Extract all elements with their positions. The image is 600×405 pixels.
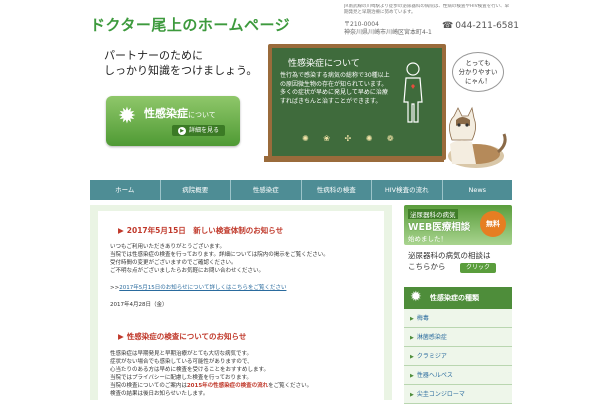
chalkboard-text: 性行為で感染する病気の総称で30種以上の原因微生物の存在が知られています。多くの… [280,72,390,105]
phone-icon: ☎ [442,21,454,31]
burst-icon: ✹ [117,104,137,129]
cat-illustration [448,106,507,168]
phone: ☎ 044-211-6581 [442,21,519,31]
std-types-list: ▶ 梅毒 ▶ 淋菌感染症 ▶ クラミジア ▶ 性器ヘルペス ▶ 尖圭コンジローマ [404,309,512,404]
post-2-line: 検査の結果は後日お知らせいたします。 [110,391,209,397]
post-1-line: 受付時間の変更がございますのでご確認ください。 [110,260,237,266]
details-button[interactable]: ▶ 詳細を見る [172,125,226,136]
post-1-line: いつもご利用いただきありがとうございます。 [110,244,225,250]
catch-line-2: しっかり知識をつけましょう。 [104,64,258,77]
header-note: JR南武線の川崎駅より徒歩の泌尿器科の病院は、性病の検査やHIV検査を行い、早期… [344,4,510,15]
web-consult-banner[interactable]: 泌尿器科の病気 WEB医療相談 始めました！ 無料 [404,205,512,245]
posts-panel: ▶ 2017年5月15日 新しい検査体制のお知らせ いつもご利用いただきありがとう… [98,211,384,400]
free-badge: 無料 [480,211,506,237]
sidebar-section-header: ✹ 性感染症の種類 [404,287,512,309]
promo-title: 性感染症について [144,107,216,120]
std-promo-button[interactable]: ✹ 性感染症について ▶ 詳細を見る [106,96,240,146]
post-1-link-row: >>2017年5月15日のお知らせについて詳しくはこちらをご覧ください [110,285,287,291]
banner-heading: WEB医療相談 [408,222,471,233]
phone-number: 044-211-6581 [455,21,519,31]
play-icon: ▶ [178,126,186,135]
germs-decoration: ✺ ❀ ✣ ✺ ❁ [302,134,400,143]
main-content: ▶ 2017年5月15日 新しい検査体制のお知らせ いつもご利用いただきありがとう… [90,205,392,400]
post-2-line: 当院ではプライバシーに配慮した検査を行っております。 [110,375,252,381]
nav-hiv-flow[interactable]: HIV検査の流れ [372,180,443,200]
sidebar-section-title: 性感染症の種類 [430,294,479,302]
sidebar-item-gonorrhea[interactable]: ▶ 淋菌感染症 [404,328,512,347]
hero-banner: パートナーのために しっかり知識をつけましょう。 ✹ 性感染症について ▶ 詳細を… [90,40,512,178]
sidebar-item-condyloma[interactable]: ▶ 尖圭コンジローマ [404,385,512,404]
nav-std-tests[interactable]: 性病科の検査 [302,180,372,200]
post-title-1[interactable]: ▶ 2017年5月15日 新しい検査体制のお知らせ [118,225,283,236]
arrow-icon: ▶ [410,373,414,379]
hero-catchphrase: パートナーのために しっかり知識をつけましょう。 [104,48,257,78]
post-1-link[interactable]: 2017年5月15日のお知らせについて詳しくはこちらをご覧ください [119,285,286,291]
consult-link-banner[interactable]: 泌尿器科の病気の相談は こちらから クリック [404,247,512,277]
chalkboard-ledge [264,156,444,162]
arrow-icon: ▶ [410,392,414,398]
page-wrapper: ドクター尾上のホームページ JR南武線の川崎駅より徒歩の泌尿器科の病院は、性病の… [88,0,519,404]
sidebar-item-chlamydia[interactable]: ▶ クラミジア [404,347,512,366]
triangle-icon: ▶ [118,226,124,235]
chalkboard-title: 性感染症について [288,59,360,69]
banner-subtext: 始めました！ [408,235,447,243]
sidebar: 泌尿器科の病気 WEB医療相談 始めました！ 無料 泌尿器科の病気の相談は こち… [404,205,512,404]
nav-std[interactable]: 性感染症 [231,180,302,200]
banner-label: 泌尿器科の病気 [408,209,458,219]
arrow-icon: ▶ [410,335,414,341]
post-2-line: 症状がない場合でも感染している可能性がありますので、 [110,359,253,365]
sidebar-item-syphilis[interactable]: ▶ 梅毒 [404,309,512,328]
human-figure-icon [403,62,423,123]
nav-home[interactable]: ホーム [90,180,161,200]
burst-icon: ✹ [410,289,422,305]
post-title-2[interactable]: ▶ 性感染症の検査についてのお知らせ [118,331,246,342]
triangle-icon: ▶ [118,332,124,341]
nav-clinic-overview[interactable]: 病院概要 [161,180,231,200]
nav-news[interactable]: News [443,180,513,200]
site-title[interactable]: ドクター尾上のホームページ [90,14,290,35]
sidebar-item-herpes[interactable]: ▶ 性器ヘルペス [404,366,512,385]
post-2-line: 性感染症は早期発見と早期治療がとても大切な病気です。 [110,351,253,357]
post-2-line: 心当たりのある方は早めに検査を受けることをおすすめします。 [110,367,269,373]
post-1-date: 2017年4月28日（金） [110,302,168,308]
click-button[interactable]: クリック [460,263,497,273]
post-1-line: ご不明な点がございましたらお気軽にお問い合わせください。 [110,268,265,274]
arrow-icon: ▶ [410,316,414,322]
address: 神奈川県川崎市川崎区宮本町4-1 [344,29,432,36]
main-nav: ホーム 病院概要 性感染症 性病科の検査 HIV検査の流れ News [90,180,512,200]
speech-bubble: とっても 分かりやすい にゃん！ [452,52,504,92]
chalkboard: 性感染症について 性行為で感染する病気の総称で30種以上の原因微生物の存在が知ら… [268,44,446,160]
post-2-highlight-row: 当院の検査についてのご案内は2015年の性感染症の検査の流れをご覧ください。 [110,383,313,389]
post-1-line: 当院では性感染症の検査を行っております。詳細については院内の掲示をご覧ください。 [110,252,329,258]
catch-line-1: パートナーのために [104,49,203,62]
arrow-icon: ▶ [410,354,414,360]
